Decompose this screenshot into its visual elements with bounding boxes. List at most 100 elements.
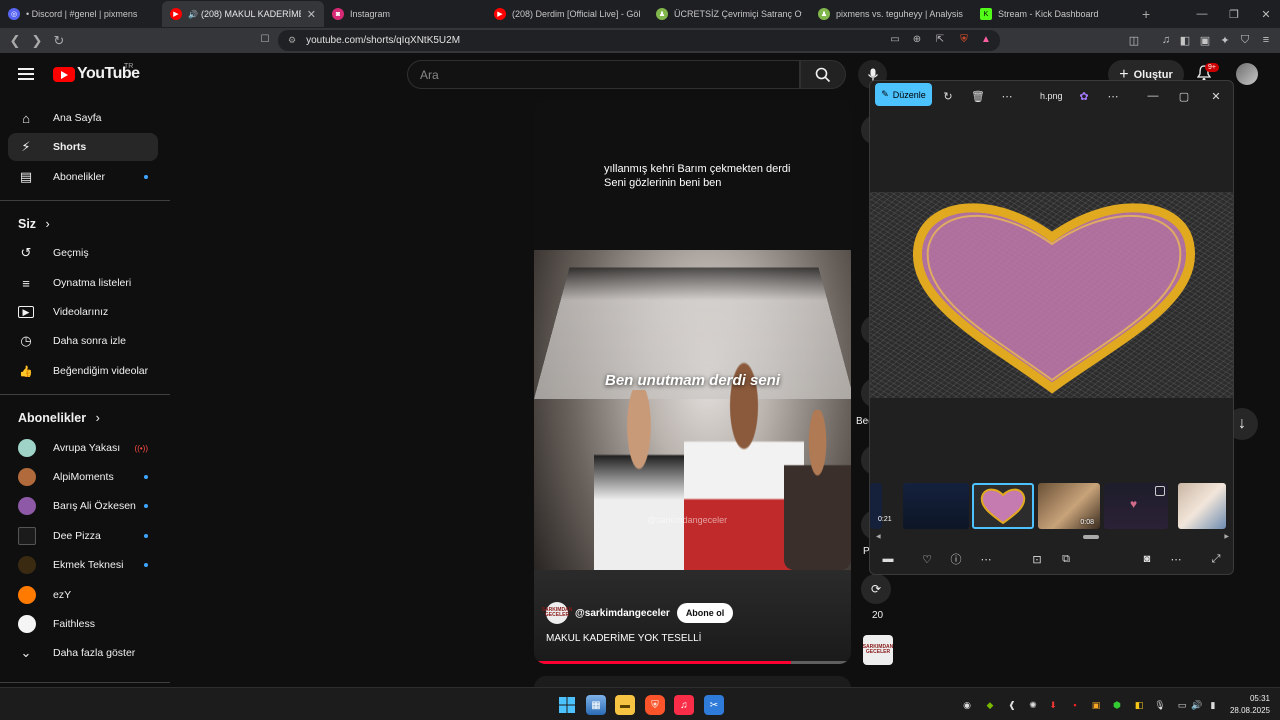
tray-app-icon[interactable]: ▪: [1068, 698, 1082, 712]
tab-kick[interactable]: K Stream - Kick Dashboard: [972, 1, 1134, 27]
sidebar-item-subscriptions[interactable]: ▤ Abonelikler: [8, 163, 158, 191]
leo-ai-icon[interactable]: ✦: [1216, 30, 1234, 50]
channel-handle[interactable]: @sarkimdangeceler: [575, 608, 670, 619]
tray-app-icon[interactable]: ◉: [960, 698, 974, 712]
media-icon[interactable]: ♫: [1157, 30, 1175, 50]
filmstrip-scroll-thumb[interactable]: [1083, 535, 1099, 539]
sidebar-item-shorts[interactable]: ⚡ Shorts: [8, 133, 158, 161]
system-clock[interactable]: 05:31 28.08.2025: [1224, 693, 1270, 717]
reload-icon[interactable]: ↻: [48, 30, 70, 52]
sound-thumbnail[interactable]: SARKIMDAN GECELER: [863, 635, 893, 665]
visual-search-icon[interactable]: ⊡: [1027, 549, 1047, 569]
filmstrip-thumb[interactable]: 0:08: [1038, 483, 1100, 529]
tray-nvidia-icon[interactable]: ◆: [983, 698, 997, 712]
taskbar-snipping-tool[interactable]: ✂: [704, 695, 724, 715]
browser-menu-icon[interactable]: ≡: [1257, 30, 1275, 50]
zoom-icon[interactable]: ⊕: [910, 32, 924, 46]
sidebar-channel-alpimoments[interactable]: AlpiMoments: [8, 463, 158, 491]
delete-icon[interactable]: 🗑: [968, 86, 988, 106]
account-avatar[interactable]: [1236, 63, 1258, 85]
taskbar-photos-app[interactable]: ▦: [586, 695, 606, 715]
sidebar-channel-baris-ali-ozkesen[interactable]: Barış Ali Özkesen: [8, 492, 158, 520]
rotate-icon[interactable]: ↻: [938, 86, 958, 106]
brave-rewards-icon[interactable]: ▲: [979, 32, 993, 46]
sidebar-show-more[interactable]: ⌄ Daha fazla göster: [8, 639, 158, 667]
tray-network-icon[interactable]: ▭: [1175, 698, 1189, 712]
more-options-icon[interactable]: ⋯: [997, 86, 1017, 106]
close-icon[interactable]: ✕: [1206, 86, 1226, 106]
sidebar-item-watch-later[interactable]: ◷ Daha sonra izle: [8, 327, 158, 355]
sidebar-item-liked-videos[interactable]: 👍 Beğendiğim videolar: [8, 357, 158, 385]
wallet-icon[interactable]: ▣: [1196, 30, 1214, 50]
hamburger-menu-icon[interactable]: [18, 68, 34, 80]
you-section-heading[interactable]: Siz ›: [18, 217, 50, 231]
subscriptions-section-heading[interactable]: Abonelikler ›: [18, 411, 100, 425]
photo-viewer-image[interactable]: [870, 192, 1233, 398]
tray-app-icon[interactable]: ⬇: [1046, 698, 1060, 712]
vpn-icon[interactable]: ⛉: [1236, 30, 1254, 50]
more-options-icon[interactable]: ⋯: [976, 549, 996, 569]
filmstrip-scrollbar[interactable]: ◀ ▶: [876, 533, 1229, 540]
channel-logo[interactable]: SARKIMDAN GECELER: [542, 602, 572, 624]
sidebar-channel-avrupa-yakasi[interactable]: Avrupa Yakası ((•)): [8, 434, 158, 462]
tray-app-icon[interactable]: ✺: [1026, 698, 1040, 712]
tray-app-icon[interactable]: ⬢: [1110, 698, 1124, 712]
tab-discord[interactable]: ◎ • Discord | #genel | pixmens: [0, 1, 162, 27]
start-button[interactable]: [557, 695, 577, 715]
filmstrip-thumb[interactable]: ♥: [1104, 483, 1168, 529]
scroll-right-icon[interactable]: ▶: [1224, 533, 1229, 540]
screenshot-icon[interactable]: ◫: [1125, 30, 1143, 50]
sidebar-item-playlists[interactable]: ≡ Oynatma listeleri: [8, 269, 158, 297]
sidebar-channel-ekmek-teknesi[interactable]: Ekmek Teknesi: [8, 551, 158, 579]
copilot-icon[interactable]: ✿: [1074, 86, 1094, 106]
tray-app-icon[interactable]: ▣: [1089, 698, 1103, 712]
tab-chess-analysis[interactable]: ♟ pixmens vs. teguheyy | Analysis - Che: [810, 1, 972, 27]
more-options-icon[interactable]: ⋯: [1166, 549, 1186, 569]
tray-app-icon[interactable]: ❰: [1005, 698, 1019, 712]
close-tab-icon[interactable]: ✕: [301, 8, 316, 21]
cast-icon[interactable]: ▭: [888, 32, 902, 46]
tray-battery-icon[interactable]: ▮: [1206, 698, 1220, 712]
sidebar-item-history[interactable]: ↺ Geçmiş: [8, 239, 158, 267]
taskbar-music[interactable]: ♫: [674, 695, 694, 715]
edit-button[interactable]: ✎ Düzenle: [875, 83, 932, 106]
tray-app-icon[interactable]: ◧: [1132, 698, 1146, 712]
new-tab-icon[interactable]: +: [1134, 6, 1158, 22]
select-checkbox[interactable]: [1155, 486, 1165, 496]
sidebar-toggle-icon[interactable]: ◧: [1176, 30, 1194, 50]
more-options-icon[interactable]: ⋯: [1103, 86, 1123, 106]
back-icon[interactable]: ❮: [4, 30, 26, 52]
share-icon[interactable]: ⇱: [933, 32, 947, 46]
maximize-icon[interactable]: ❐: [1218, 0, 1250, 28]
tab-youtube-derdim[interactable]: ▶ (208) Derdim [Official Live] - Gökhan: [486, 1, 648, 27]
tray-microphone-icon[interactable]: 🎙: [1153, 698, 1167, 712]
text-extract-icon[interactable]: ⧉: [1056, 549, 1076, 569]
sidebar-channel-dee-pizza[interactable]: Dee Pizza: [8, 522, 158, 550]
shorts-player[interactable]: yıllanmış kehri Barım çekmekten derdi Se…: [534, 100, 851, 664]
minimize-icon[interactable]: —: [1186, 0, 1218, 28]
maximize-icon[interactable]: ▢: [1174, 86, 1194, 106]
taskbar-brave[interactable]: ⛨: [645, 695, 665, 715]
bookmark-icon[interactable]: ☐: [258, 32, 272, 46]
search-button[interactable]: [800, 60, 846, 89]
taskbar-file-explorer[interactable]: ▬: [615, 695, 635, 715]
tab-chess-play[interactable]: ♟ ÜCRETSİZ Çevrimiçi Satranç Oynayın: [648, 1, 810, 27]
close-window-icon[interactable]: ✕: [1250, 0, 1280, 28]
filmstrip-thumb-selected[interactable]: [972, 483, 1034, 529]
speaker-icon[interactable]: 🔊: [188, 10, 198, 19]
remix-button[interactable]: ⟳: [861, 574, 891, 604]
site-info-icon[interactable]: ⚙: [288, 35, 296, 46]
tab-instagram[interactable]: ◙ Instagram: [324, 1, 486, 27]
tab-youtube-active[interactable]: ▶ 🔊 (208) MAKUL KADERİME YOK ✕: [162, 1, 324, 27]
video-progress-bar[interactable]: [534, 661, 851, 664]
filmstrip-thumb[interactable]: [903, 483, 969, 529]
forward-icon[interactable]: ❯: [26, 30, 48, 52]
sidebar-channel-faithless[interactable]: Faithless: [8, 610, 158, 638]
info-icon[interactable]: ⓘ: [946, 549, 966, 569]
tray-volume-icon[interactable]: 🔊: [1190, 698, 1204, 712]
fullscreen-icon[interactable]: ⤢: [1206, 549, 1226, 569]
favorite-icon[interactable]: ♡: [917, 549, 937, 569]
search-input[interactable]: Ara: [407, 60, 800, 89]
scroll-left-icon[interactable]: ◀: [876, 533, 881, 540]
filmstrip-thumb[interactable]: [1178, 483, 1226, 529]
